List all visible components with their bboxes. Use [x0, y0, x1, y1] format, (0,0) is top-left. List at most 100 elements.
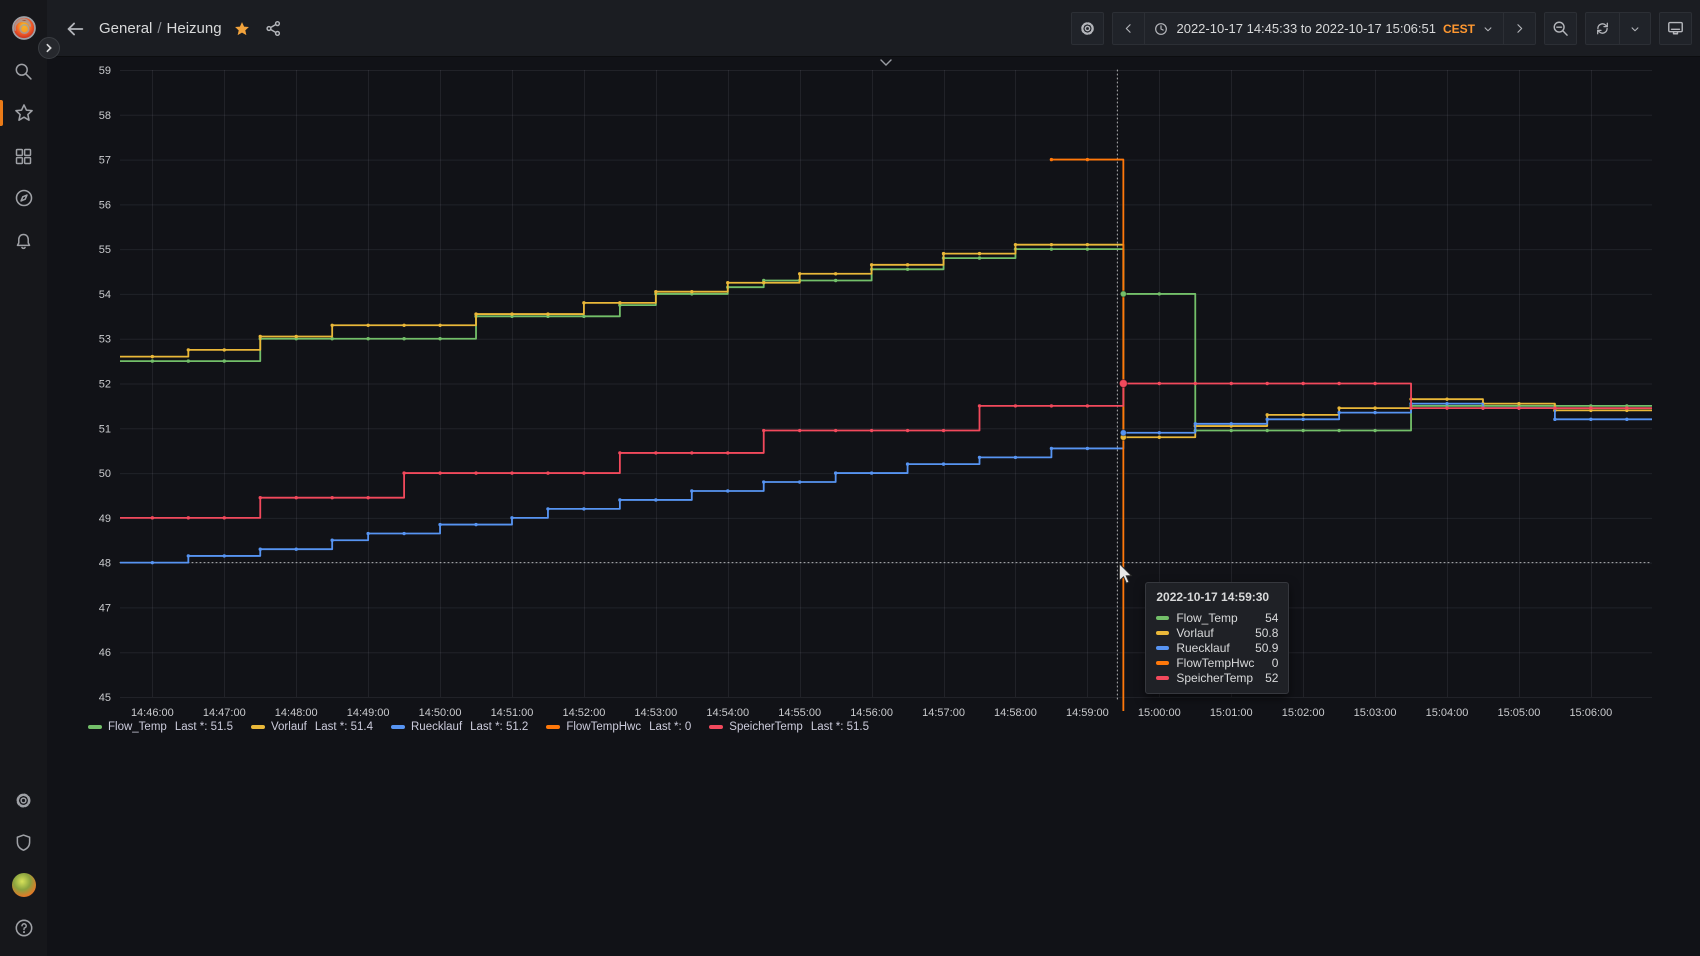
chevron-left-icon	[1121, 21, 1136, 36]
refresh-interval-dropdown[interactable]	[1619, 13, 1650, 44]
time-range-button[interactable]: 2022-10-17 14:45:33 to 2022-10-17 15:06:…	[1144, 13, 1503, 44]
breadcrumb-separator: /	[152, 20, 166, 37]
x-axis-tick: 15:02:00	[1282, 707, 1325, 719]
x-axis-tick: 14:51:00	[491, 707, 534, 719]
tooltip-swatch	[1156, 631, 1169, 635]
crosshair	[120, 70, 1652, 701]
x-axis-tick: 14:54:00	[706, 707, 749, 719]
y-axis-tick: 47	[99, 602, 111, 614]
x-axis-tick: 14:46:00	[131, 707, 174, 719]
y-axis-tick: 56	[99, 199, 111, 211]
series-lines	[120, 158, 1652, 956]
sidebar-item-settings[interactable]	[0, 780, 47, 820]
breadcrumb-page[interactable]: Heizung	[167, 20, 222, 37]
x-axis-tick: 15:01:00	[1210, 707, 1253, 719]
grafana-app: General/Heizung	[0, 0, 1700, 956]
sidebar-item-dashboards[interactable]	[0, 136, 47, 176]
panel-menu-chevron[interactable]	[881, 60, 891, 65]
tooltip-series-name: Flow_Temp	[1176, 611, 1265, 625]
legend-series-name: Ruecklauf	[411, 721, 462, 733]
tooltip-series-value: 50.8	[1255, 626, 1278, 640]
legend-last-value: Last *: 0	[649, 721, 691, 733]
tooltip-row-SpeicherTemp: SpeicherTemp52	[1156, 670, 1278, 685]
legend-last-value: Last *: 51.4	[315, 721, 373, 733]
dashboard-header: General/Heizung	[47, 0, 1700, 57]
tooltip-series-value: 0	[1272, 656, 1279, 670]
x-axis-tick: 15:00:00	[1138, 707, 1181, 719]
legend-swatch	[391, 725, 405, 729]
grid-lines	[120, 70, 1652, 698]
series-points-SpeicherTemp	[151, 382, 1629, 520]
x-axis-tick: 14:48:00	[275, 707, 318, 719]
legend-last-value: Last *: 51.2	[470, 721, 528, 733]
y-axis-tick: 46	[99, 647, 111, 659]
refresh-button[interactable]	[1586, 13, 1619, 44]
legend-item-Ruecklauf[interactable]: Ruecklauf Last *: 51.2	[391, 721, 528, 733]
mouse-cursor	[1119, 564, 1131, 584]
timeseries-panel[interactable]: 45464748495051525354555657585914:46:0014…	[0, 0, 1700, 956]
dashboard-settings-button[interactable]	[1071, 12, 1104, 45]
zoom-out-icon	[1551, 19, 1570, 38]
legend-item-Flow_Temp[interactable]: Flow_TempLast *: 51.5	[88, 721, 233, 733]
tooltip-row-Vorlauf: Vorlauf50.8	[1156, 625, 1278, 640]
x-axis-tick: 14:56:00	[850, 707, 893, 719]
gear-icon	[1078, 19, 1097, 38]
tooltip-series-name: SpeicherTemp	[1176, 671, 1265, 685]
legend-item-SpeicherTemp[interactable]: SpeicherTempLast *: 51.5	[709, 721, 869, 733]
y-axis-tick: 50	[99, 468, 111, 480]
search-icon	[13, 61, 34, 82]
sidebar-item-starred[interactable]	[0, 93, 47, 133]
share-button[interactable]	[258, 13, 290, 45]
star-icon	[13, 102, 35, 124]
x-axis-tick: 14:52:00	[563, 707, 606, 719]
sidebar-item-help[interactable]	[0, 908, 47, 948]
tooltip-timestamp: 2022-10-17 14:59:30	[1156, 590, 1278, 604]
sidebar-item-server-admin[interactable]	[0, 822, 47, 862]
x-axis-tick: 14:57:00	[922, 707, 965, 719]
tooltip-row-FlowTempHwc: FlowTempHwc0	[1156, 655, 1278, 670]
sidebar-item-profile[interactable]	[0, 865, 47, 905]
compass-icon	[13, 187, 35, 209]
legend-last-value: Last *: 51.5	[175, 721, 233, 733]
time-range-back-button[interactable]	[1113, 13, 1144, 44]
sidebar-item-explore[interactable]	[0, 178, 47, 218]
y-axis-tick: 52	[99, 379, 111, 391]
x-axis-tick: 14:59:00	[1066, 707, 1109, 719]
cycle-view-mode-button[interactable]	[1659, 12, 1692, 45]
legend-item-Vorlauf[interactable]: Vorlauf Last *: 51.4	[251, 721, 373, 733]
tooltip-swatch	[1156, 676, 1169, 680]
sidebar-item-search[interactable]	[0, 51, 47, 91]
back-button[interactable]	[59, 13, 91, 45]
y-axis-tick: 51	[99, 423, 111, 435]
legend-series-name: Vorlauf	[271, 721, 307, 733]
time-range-forward-button[interactable]	[1503, 13, 1535, 44]
sidebar-item-alerting[interactable]	[0, 221, 47, 261]
tooltip-series-name: Vorlauf	[1176, 626, 1255, 640]
time-range-text: 2022-10-17 14:45:33 to 2022-10-17 15:06:…	[1176, 21, 1436, 36]
series-points-Flow_Temp	[151, 247, 1629, 432]
x-axis-tick: 14:58:00	[994, 707, 1037, 719]
x-axis-tick: 15:06:00	[1569, 707, 1612, 719]
sidebar-expand-button[interactable]	[38, 37, 60, 59]
legend-series-name: SpeicherTemp	[729, 721, 803, 733]
share-icon	[264, 19, 283, 38]
time-picker: 2022-10-17 14:45:33 to 2022-10-17 15:06:…	[1112, 12, 1536, 45]
zoom-out-button[interactable]	[1544, 12, 1577, 45]
axis-labels: 45464748495051525354555657585914:46:0014…	[99, 65, 1613, 719]
y-axis-tick: 45	[99, 692, 111, 704]
refresh-picker	[1585, 12, 1651, 45]
x-axis-tick: 14:50:00	[419, 707, 462, 719]
user-avatar	[12, 873, 36, 897]
favorite-button[interactable]	[226, 13, 258, 45]
series-line-Ruecklauf	[120, 404, 1652, 563]
y-axis-tick: 53	[99, 334, 111, 346]
chevron-right-icon	[44, 43, 54, 53]
x-axis-tick: 15:03:00	[1354, 707, 1397, 719]
chevron-right-icon	[1512, 21, 1527, 36]
x-axis-tick: 14:47:00	[203, 707, 246, 719]
dashboards-grid-icon	[13, 146, 34, 167]
legend-item-FlowTempHwc[interactable]: FlowTempHwcLast *: 0	[546, 721, 691, 733]
breadcrumb-section[interactable]: General	[99, 20, 152, 37]
y-axis-tick: 57	[99, 155, 111, 167]
sidebar	[0, 0, 47, 956]
